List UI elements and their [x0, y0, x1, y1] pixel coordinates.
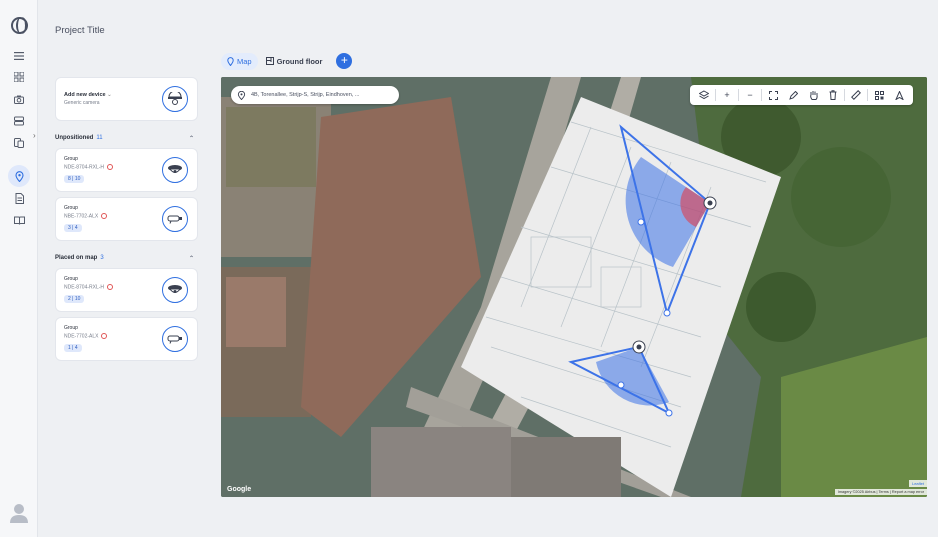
dome-camera-icon [168, 165, 182, 173]
bullet-camera-icon [167, 335, 182, 344]
layers-icon[interactable] [694, 87, 714, 103]
add-device-card[interactable]: Add new device ⌄ Generic camera [55, 77, 198, 121]
app-logo-icon[interactable] [11, 17, 28, 34]
device-chip: 8 | 10 [64, 175, 85, 183]
device-model: NDE-7702-ALX [64, 333, 108, 339]
satellite-map[interactable] [221, 77, 927, 497]
tab-map[interactable]: Map [221, 52, 258, 70]
placed-header[interactable]: Placed on map 3 ⌃ [55, 255, 198, 262]
location-pin-icon [237, 90, 246, 100]
warning-icon [101, 213, 108, 219]
zoom-out-icon[interactable]: − [740, 87, 760, 103]
unpositioned-header[interactable]: Unpositioned 11 ⌃ [55, 135, 198, 142]
device-thumbnail[interactable] [162, 326, 188, 352]
warning-icon [101, 333, 108, 339]
toolbar-divider [715, 89, 716, 101]
measure-icon[interactable] [846, 87, 866, 103]
tab-ground-floor[interactable]: Ground floor [260, 53, 329, 70]
device-chip: 3 | 4 [64, 224, 82, 232]
device-group: Group [64, 325, 78, 331]
device-thumbnail[interactable] [162, 206, 188, 232]
bullet-camera-icon [167, 215, 182, 224]
dome-camera-add-icon [168, 92, 182, 105]
device-model: NBE-7702-ALX [64, 213, 108, 219]
camera-icon[interactable] [11, 91, 27, 107]
navigation-rail: › [0, 0, 38, 537]
pan-icon[interactable] [803, 87, 823, 103]
device-card[interactable]: Group NBE-7702-ALX 3 | 4 [55, 197, 198, 241]
device-group: Group [64, 156, 78, 162]
device-model: NDE-8704-RXL-H [64, 284, 114, 290]
book-icon[interactable] [11, 212, 27, 228]
device-chip: 2 | 10 [64, 295, 85, 303]
address-text: 4B, Torenallee, Strijp-S, Strijp, Eindho… [251, 92, 360, 98]
toolbar-divider [844, 89, 845, 101]
page-title: Project Title [55, 25, 105, 36]
fit-icon[interactable] [763, 87, 783, 103]
zoom-in-icon[interactable]: + [717, 87, 737, 103]
device-model: NDE-8704-RXL-H [64, 164, 114, 170]
map-pin-icon [227, 56, 234, 66]
delete-icon[interactable] [823, 87, 843, 103]
user-avatar-icon[interactable] [9, 502, 29, 524]
google-logo: Google [227, 486, 252, 493]
draw-icon[interactable] [783, 87, 803, 103]
warning-icon [107, 164, 114, 170]
qr-icon[interactable] [869, 87, 889, 103]
collapse-chevron-icon[interactable]: ⌃ [189, 135, 194, 142]
collapse-chevron-icon[interactable]: ⌃ [189, 255, 194, 262]
add-device-button[interactable] [162, 86, 188, 112]
dome-camera-icon [168, 285, 182, 293]
map-view[interactable]: 4B, Torenallee, Strijp-S, Strijp, Eindho… [221, 77, 927, 497]
device-group: Group [64, 276, 78, 282]
devices-icon[interactable] [11, 135, 27, 151]
device-group: Group [64, 205, 78, 211]
view-tabs: Map Ground floor + [221, 52, 353, 70]
tab-map-label: Map [237, 56, 252, 66]
device-chip: 1 | 4 [64, 344, 82, 352]
add-device-subtitle: Generic camera [64, 100, 100, 106]
server-icon[interactable] [11, 113, 27, 129]
grid-icon[interactable] [11, 69, 27, 85]
device-card[interactable]: Group NDE-8704-RXL-H 8 | 10 [55, 148, 198, 192]
collapse-rail-icon[interactable]: › [33, 131, 36, 140]
main-area: Project Title Add new device ⌄ Generic c… [38, 0, 938, 537]
warning-icon [107, 284, 114, 290]
map-attribution[interactable]: Imagery ©2025 Airbus | Terms | Report a … [834, 489, 927, 495]
toolbar-divider [761, 89, 762, 101]
map-pin-icon[interactable] [8, 165, 30, 187]
nav-icon[interactable] [889, 87, 909, 103]
device-card[interactable]: Group NDE-7702-ALX 1 | 4 [55, 317, 198, 361]
toolbar-divider [738, 89, 739, 101]
toolbar-divider [867, 89, 868, 101]
document-icon[interactable] [11, 190, 27, 206]
tab-ground-floor-label: Ground floor [276, 56, 323, 66]
add-device-title: Add new device ⌄ [64, 92, 112, 98]
menu-icon[interactable] [11, 48, 27, 64]
floorplan-icon [265, 57, 274, 65]
add-floor-button[interactable]: + [336, 53, 353, 69]
leaflet-attribution[interactable]: Leaflet [908, 480, 927, 487]
device-card[interactable]: Group NDE-8704-RXL-H 2 | 10 [55, 268, 198, 312]
device-thumbnail[interactable] [162, 277, 188, 303]
address-search[interactable]: 4B, Torenallee, Strijp-S, Strijp, Eindho… [231, 86, 399, 104]
device-thumbnail[interactable] [162, 157, 188, 183]
map-toolbar: + − [690, 85, 913, 105]
